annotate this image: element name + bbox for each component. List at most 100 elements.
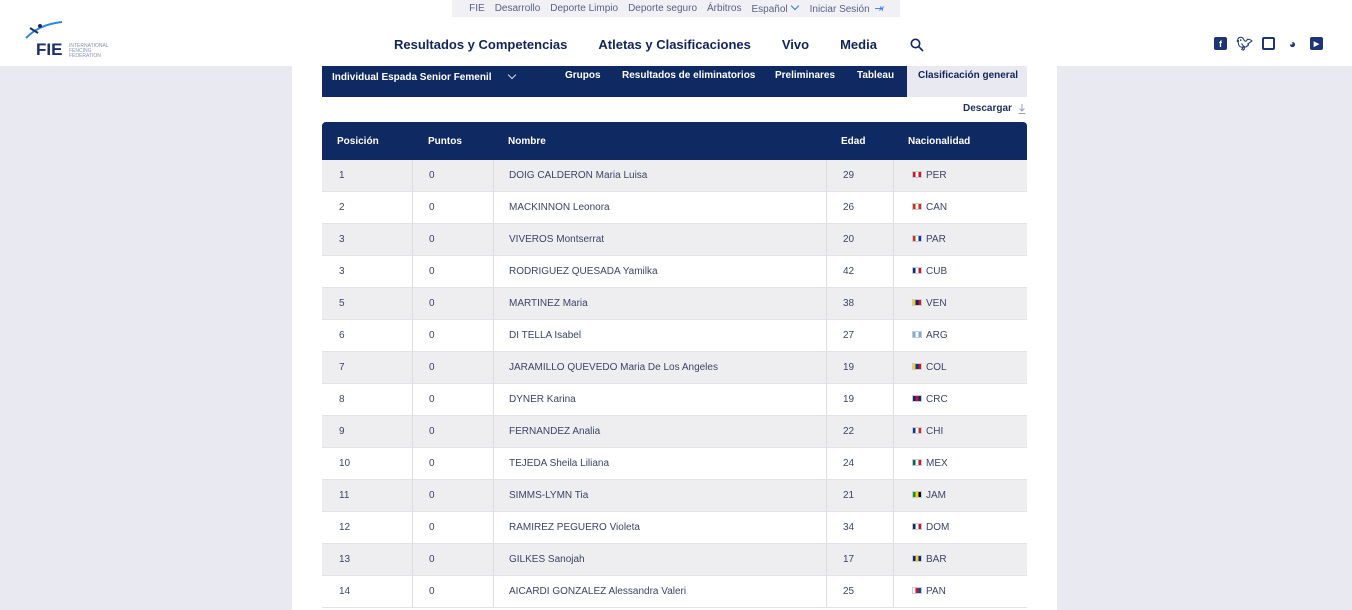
login-icon: ⇥ [873, 3, 883, 15]
column-divider [893, 416, 894, 447]
chevron-down-icon[interactable] [507, 70, 517, 80]
table-row[interactable]: 1 0 DOIG CALDERON Maria Luisa 29 PER [322, 160, 1027, 192]
cell-nationality[interactable]: PER [912, 160, 947, 191]
column-divider [412, 480, 413, 511]
cell-nationality[interactable]: CHI [912, 416, 943, 447]
col-age[interactable]: Edad [841, 136, 865, 147]
col-nationality[interactable]: Nacionalidad [908, 136, 970, 147]
table-row[interactable]: 8 0 DYNER Karina 19 CRC [322, 384, 1027, 416]
nationality-code: PER [926, 170, 947, 181]
column-divider [412, 320, 413, 351]
table-row[interactable]: 5 0 MARTINEZ Maria 38 VEN [322, 288, 1027, 320]
column-divider [493, 416, 494, 447]
cell-nationality[interactable]: ARG [912, 320, 948, 351]
cell-name[interactable]: DYNER Karina [509, 384, 576, 415]
cell-nationality[interactable]: MEX [912, 448, 948, 479]
topbar-development[interactable]: Desarrollo [495, 3, 541, 14]
download-button[interactable]: Descargar [963, 103, 1026, 114]
cell-nationality[interactable]: CAN [912, 192, 947, 223]
col-name[interactable]: Nombre [508, 136, 546, 147]
column-divider [893, 320, 894, 351]
nav-live[interactable]: Vivo [782, 37, 809, 52]
cell-nationality[interactable]: BAR [912, 544, 947, 575]
cell-nationality[interactable]: CUB [912, 256, 947, 287]
nationality-code: BAR [926, 554, 947, 565]
table-row[interactable]: 12 0 RAMIREZ PEGUERO Violeta 34 DOM [322, 512, 1027, 544]
cell-age: 34 [843, 522, 855, 533]
cell-name[interactable]: RAMIREZ PEGUERO Violeta [509, 512, 640, 543]
table-row[interactable]: 13 0 GILKES Sanojah 17 BAR [322, 544, 1027, 576]
cell-points: 0 [429, 522, 435, 533]
nationality-code: CAN [926, 202, 948, 213]
twitter-icon[interactable]: 🐦︎ [1236, 36, 1253, 51]
tab-preliminaries[interactable]: Preliminares [775, 70, 835, 81]
cell-name[interactable]: GILKES Sanojah [509, 544, 585, 575]
table-body: 1 0 DOIG CALDERON Maria Luisa 29 PER 2 0 MACKIN… [322, 160, 1027, 608]
topbar-clean-sport[interactable]: Deporte Limpio [550, 3, 618, 14]
column-divider [493, 224, 494, 255]
nav-athletes[interactable]: Atletas y Clasificaciones [598, 37, 750, 52]
table-row[interactable]: 3 0 VIVEROS Montserrat 20 PAR [322, 224, 1027, 256]
flag-icon [912, 170, 922, 178]
nav-results[interactable]: Resultados y Competencias [394, 37, 567, 52]
table-row[interactable]: 7 0 JARAMILLO QUEVEDO Maria De Los Angeles… [322, 352, 1027, 384]
cell-name[interactable]: TEJEDA Sheila Liliana [509, 448, 609, 479]
cell-nationality[interactable]: VEN [912, 288, 947, 319]
cell-name[interactable]: FERNANDEZ Analia [509, 416, 600, 447]
cell-name[interactable]: MARTINEZ Maria [509, 288, 588, 319]
topbar-fie[interactable]: FIE [469, 3, 485, 14]
table-row[interactable]: 2 0 MACKINNON Leonora 26 CAN [322, 192, 1027, 224]
cell-nationality[interactable]: COL [912, 352, 947, 383]
col-points[interactable]: Puntos [428, 136, 462, 147]
table-row[interactable]: 6 0 DI TELLA Isabel 27 ARG [322, 320, 1027, 352]
table-row[interactable]: 14 0 AICARDI GONZALEZ Alessandra Valeri 25 P… [322, 576, 1027, 608]
cell-name[interactable]: RODRIGUEZ QUESADA Yamilka [509, 256, 658, 287]
language-select[interactable]: Español [751, 1, 799, 15]
flag-icon [912, 394, 922, 402]
tab-elimination-results[interactable]: Resultados de eliminatorios [622, 70, 755, 81]
column-divider [893, 288, 894, 319]
table-row[interactable]: 10 0 TEJEDA Sheila Liliana 24 MEX [322, 448, 1027, 480]
tab-pools[interactable]: Grupos [565, 70, 601, 81]
flag-icon [912, 426, 922, 434]
column-divider [412, 384, 413, 415]
cell-name[interactable]: DOIG CALDERON Maria Luisa [509, 160, 647, 191]
topbar-referees[interactable]: Árbitros [707, 3, 741, 14]
facebook-icon[interactable]: f [1214, 37, 1227, 50]
cell-name[interactable]: SIMMS-LYMN Tia [509, 480, 588, 511]
youtube-icon[interactable]: ▶ [1310, 37, 1323, 50]
cell-points: 0 [429, 298, 435, 309]
cell-name[interactable]: MACKINNON Leonora [509, 192, 610, 223]
column-divider [893, 576, 894, 607]
chevron-down-icon [790, 1, 799, 10]
table-row[interactable]: 3 0 RODRIGUEZ QUESADA Yamilka 42 CUB [322, 256, 1027, 288]
cell-nationality[interactable]: PAR [912, 224, 946, 255]
topbar-safe-sport[interactable]: Deporte seguro [628, 3, 697, 14]
search-icon[interactable] [910, 38, 924, 52]
nationality-code: COL [926, 362, 947, 373]
table-row[interactable]: 9 0 FERNANDEZ Analia 22 CHI [322, 416, 1027, 448]
cell-name[interactable]: AICARDI GONZALEZ Alessandra Valeri [509, 576, 686, 607]
cell-nationality[interactable]: DOM [912, 512, 949, 543]
cell-name[interactable]: JARAMILLO QUEVEDO Maria De Los Angeles [509, 352, 718, 383]
login-link[interactable]: Iniciar Sesión ⇥ [810, 2, 883, 15]
cell-nationality[interactable]: CRC [912, 384, 948, 415]
cell-nationality[interactable]: JAM [912, 480, 946, 511]
col-position[interactable]: Posición [337, 136, 379, 147]
tab-tableau[interactable]: Tableau [857, 70, 894, 81]
cell-name[interactable]: VIVEROS Montserrat [509, 224, 604, 255]
weibo-icon[interactable]: ◕ [1286, 37, 1299, 51]
column-divider [893, 384, 894, 415]
column-divider [893, 448, 894, 479]
instagram-icon[interactable] [1262, 37, 1275, 50]
column-divider [493, 192, 494, 223]
cell-position: 3 [339, 266, 345, 277]
nav-media[interactable]: Media [840, 37, 877, 52]
fie-logo[interactable]: FIE INTERNATIONAL FENCING FEDERATION [24, 20, 114, 64]
cell-nationality[interactable]: PAN [912, 576, 946, 607]
nationality-code: MEX [926, 458, 948, 469]
column-divider [412, 192, 413, 223]
event-dropdown[interactable]: Individual Espada Senior Femenil [332, 72, 491, 83]
table-row[interactable]: 11 0 SIMMS-LYMN Tia 21 JAM [322, 480, 1027, 512]
cell-name[interactable]: DI TELLA Isabel [509, 320, 581, 351]
